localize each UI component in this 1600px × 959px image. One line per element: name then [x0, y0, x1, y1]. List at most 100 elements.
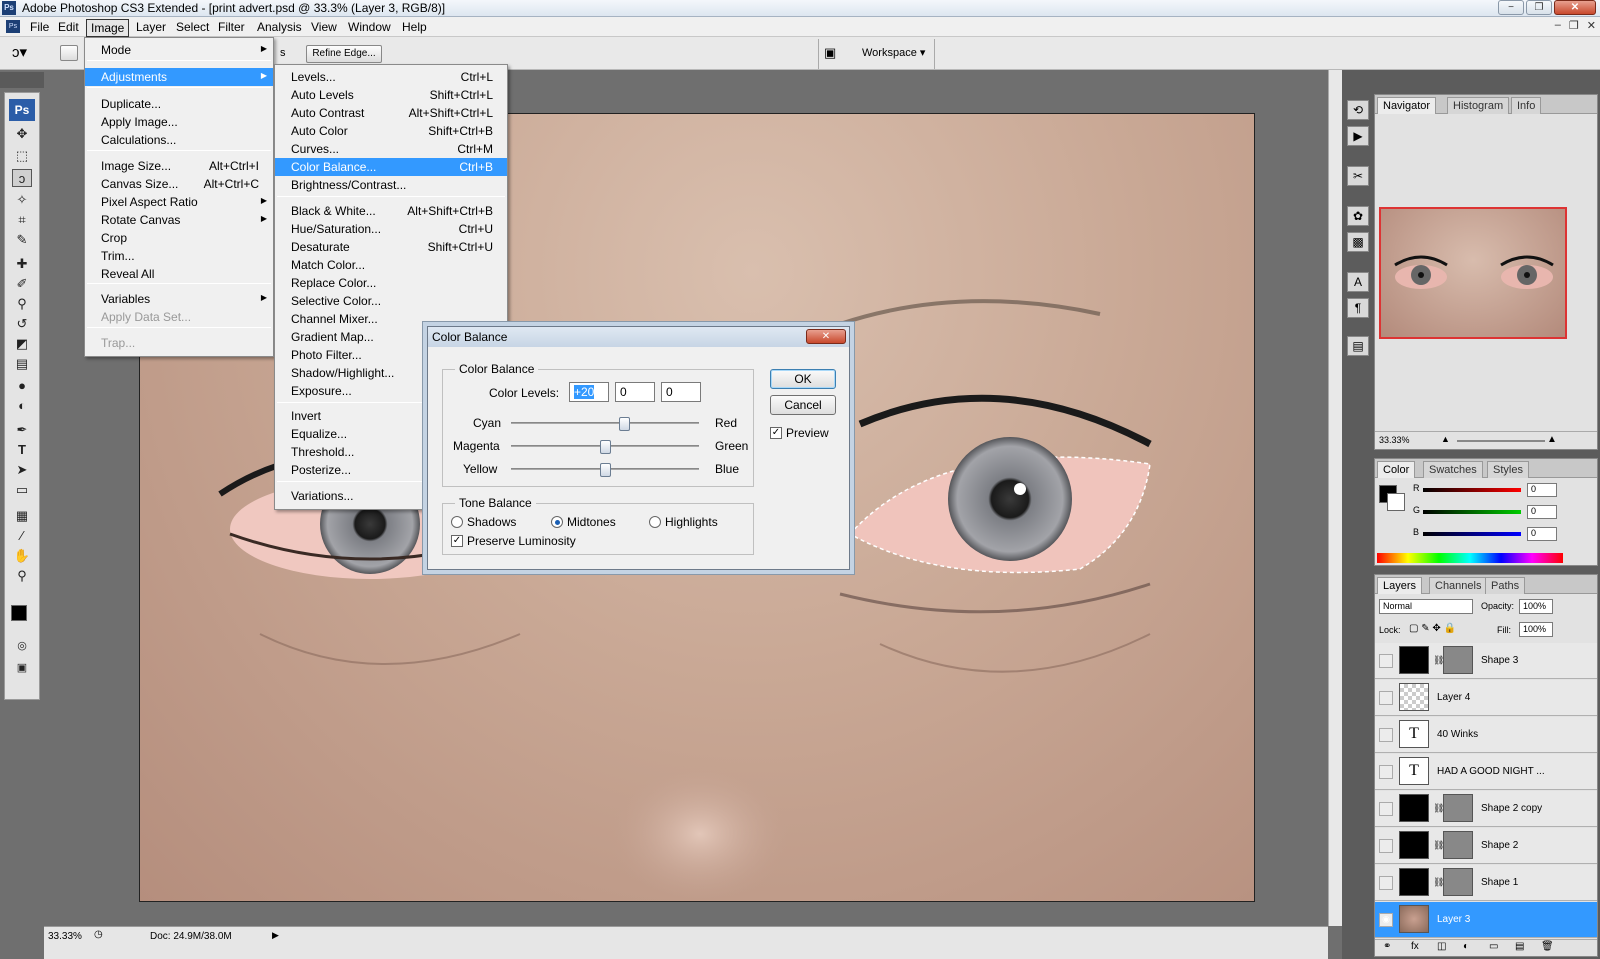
- status-menu-arrow-icon[interactable]: ▶: [272, 930, 279, 941]
- marquee-tool-icon[interactable]: ⬚: [12, 147, 32, 165]
- brush-tool-icon[interactable]: ✐: [12, 275, 32, 293]
- layer-row[interactable]: T HAD A GOOD NIGHT ...: [1375, 754, 1597, 790]
- ok-button[interactable]: OK: [770, 369, 836, 389]
- layer-visibility-eye-icon[interactable]: [1379, 691, 1393, 705]
- app-menu-icon[interactable]: Ps: [6, 20, 20, 33]
- character-panel-icon[interactable]: A: [1347, 272, 1369, 292]
- paragraph-panel-icon[interactable]: ¶: [1347, 298, 1369, 318]
- adjust-menu-item-brightness-contrast[interactable]: Brightness/Contrast...: [275, 176, 507, 194]
- color-background-swatch[interactable]: [1387, 493, 1405, 511]
- brushes-panel-icon[interactable]: ✿: [1347, 206, 1369, 226]
- workspace-button[interactable]: Workspace ▾: [862, 46, 925, 59]
- image-menu-item-image-size[interactable]: Image Size... Alt+Ctrl+I: [85, 157, 273, 175]
- magic-wand-tool-icon[interactable]: ✧: [12, 191, 32, 209]
- adjustment-layer-icon[interactable]: ◐: [1463, 941, 1469, 952]
- adjust-menu-item-auto-contrast[interactable]: Auto Contrast Alt+Shift+Ctrl+L: [275, 104, 507, 122]
- cyan-red-slider[interactable]: [511, 417, 699, 431]
- layer-row[interactable]: ◉ Layer 3: [1375, 902, 1597, 938]
- image-menu-item-rotate-canvas[interactable]: Rotate Canvas ▶: [85, 211, 273, 229]
- adjust-menu-item-selective-color[interactable]: Selective Color...: [275, 292, 507, 310]
- layer-visibility-eye-icon[interactable]: [1379, 802, 1393, 816]
- image-menu-item-mode[interactable]: Mode ▶: [85, 41, 273, 59]
- magenta-green-slider[interactable]: [511, 440, 699, 454]
- image-menu-item-trim[interactable]: Trim...: [85, 247, 273, 265]
- gradient-tool-icon[interactable]: ▤: [12, 355, 32, 373]
- adjust-menu-item-match-color[interactable]: Match Color...: [275, 256, 507, 274]
- doc-restore-button[interactable]: ❐: [1569, 19, 1579, 32]
- image-menu-item-adjustments[interactable]: Adjustments ▶: [85, 68, 273, 86]
- channel-g-value[interactable]: 0: [1527, 505, 1557, 519]
- image-menu-item-calculations[interactable]: Calculations...: [85, 131, 273, 149]
- layers-footer-icons[interactable]: ⚭ fx ◫ ◐ ▭ ▤ 🗑: [1375, 939, 1597, 956]
- layer-visibility-eye-icon[interactable]: [1379, 839, 1393, 853]
- doc-minimize-button[interactable]: –: [1555, 19, 1561, 32]
- adjust-menu-item-black-white[interactable]: Black & White... Alt+Shift+Ctrl+B: [275, 202, 507, 220]
- color-level-3-input[interactable]: 0: [661, 382, 701, 402]
- adjust-menu-item-curves[interactable]: Curves... Ctrl+M: [275, 140, 507, 158]
- layer-visibility-eye-icon[interactable]: ◉: [1379, 913, 1393, 927]
- image-menu-item-pixel-aspect-ratio[interactable]: Pixel Aspect Ratio ▶: [85, 193, 273, 211]
- shadows-radio[interactable]: [451, 516, 463, 528]
- layer-style-icon[interactable]: fx: [1411, 941, 1419, 952]
- adjust-menu-item-desaturate[interactable]: Desaturate Shift+Ctrl+U: [275, 238, 507, 256]
- zoom-in-icon[interactable]: ▲: [1547, 434, 1557, 445]
- zoom-level[interactable]: 33.33%: [48, 931, 82, 942]
- shape-tool-icon[interactable]: ▭: [12, 481, 32, 499]
- doc-close-button[interactable]: ✕: [1587, 19, 1596, 32]
- link-layers-icon[interactable]: ⚭: [1383, 941, 1391, 952]
- channel-g-slider[interactable]: [1423, 510, 1521, 514]
- layer-comps-panel-icon[interactable]: ▤: [1347, 336, 1369, 356]
- tab-color[interactable]: Color: [1377, 461, 1416, 478]
- image-menu-item-apply-image[interactable]: Apply Image...: [85, 113, 273, 131]
- healing-brush-tool-icon[interactable]: ✚: [12, 255, 32, 273]
- channel-b-value[interactable]: 0: [1527, 527, 1557, 541]
- eyedropper-sample-tool-icon[interactable]: ⁄: [12, 527, 32, 545]
- screen-mode-icon[interactable]: ▣: [12, 659, 32, 677]
- cyan-red-slider-thumb[interactable]: [618, 417, 630, 431]
- clone-stamp-tool-icon[interactable]: ⚲: [12, 295, 32, 313]
- adjust-menu-item-replace-color[interactable]: Replace Color...: [275, 274, 507, 292]
- menu-image[interactable]: Image: [86, 19, 130, 37]
- blur-tool-icon[interactable]: ●: [12, 377, 32, 395]
- navigator-zoom[interactable]: 33.33%: [1379, 435, 1410, 445]
- tab-paths[interactable]: Paths: [1485, 577, 1526, 594]
- tab-layers[interactable]: Layers: [1377, 577, 1423, 594]
- toolbox-header[interactable]: [0, 72, 44, 88]
- yellow-blue-slider-thumb[interactable]: [600, 463, 611, 477]
- minimize-button[interactable]: −: [1498, 0, 1524, 15]
- cancel-button[interactable]: Cancel: [770, 395, 836, 415]
- zoom-out-icon[interactable]: ▲: [1441, 434, 1450, 444]
- image-menu-item-duplicate[interactable]: Duplicate...: [85, 95, 273, 113]
- image-menu-item-canvas-size[interactable]: Canvas Size... Alt+Ctrl+C: [85, 175, 273, 193]
- navigator-preview[interactable]: [1379, 207, 1567, 339]
- delete-layer-icon[interactable]: 🗑: [1541, 941, 1554, 952]
- tool-presets-panel-icon[interactable]: ✂: [1347, 166, 1369, 186]
- fill-field[interactable]: 100%: [1519, 622, 1553, 637]
- tab-histogram[interactable]: Histogram: [1447, 97, 1510, 114]
- layer-visibility-eye-icon[interactable]: [1379, 728, 1393, 742]
- layer-row[interactable]: ⛓ Shape 3: [1375, 643, 1597, 679]
- menu-select[interactable]: Select: [172, 19, 213, 35]
- channel-r-slider[interactable]: [1423, 488, 1521, 492]
- hand-tool-icon[interactable]: ✋: [12, 547, 32, 565]
- crop-tool-icon[interactable]: ⌗: [12, 211, 32, 229]
- refine-edge-button[interactable]: Refine Edge...: [306, 45, 382, 63]
- type-tool-icon[interactable]: T: [12, 441, 32, 459]
- layer-row[interactable]: T 40 Winks: [1375, 717, 1597, 753]
- vertical-scrollbar[interactable]: [1328, 70, 1342, 926]
- layer-row[interactable]: Layer 4: [1375, 680, 1597, 716]
- tab-swatches[interactable]: Swatches: [1423, 461, 1483, 478]
- highlights-radio[interactable]: [649, 516, 661, 528]
- foreground-color-swatch[interactable]: [11, 605, 27, 621]
- move-tool-icon[interactable]: ✥: [12, 125, 32, 143]
- channel-r-value[interactable]: 0: [1527, 483, 1557, 497]
- adjust-menu-item-color-balance[interactable]: Color Balance... Ctrl+B: [275, 158, 507, 176]
- zoom-tool-icon[interactable]: ⚲: [12, 567, 32, 585]
- menu-help[interactable]: Help: [398, 19, 431, 35]
- notes-tool-icon[interactable]: ▦: [12, 507, 32, 525]
- menu-analysis[interactable]: Analysis: [253, 19, 306, 35]
- magenta-green-slider-thumb[interactable]: [600, 440, 611, 454]
- selection-mode-icon[interactable]: [60, 45, 78, 61]
- dialog-titlebar[interactable]: Color Balance ✕: [428, 327, 849, 347]
- close-button[interactable]: ✕: [1554, 0, 1596, 15]
